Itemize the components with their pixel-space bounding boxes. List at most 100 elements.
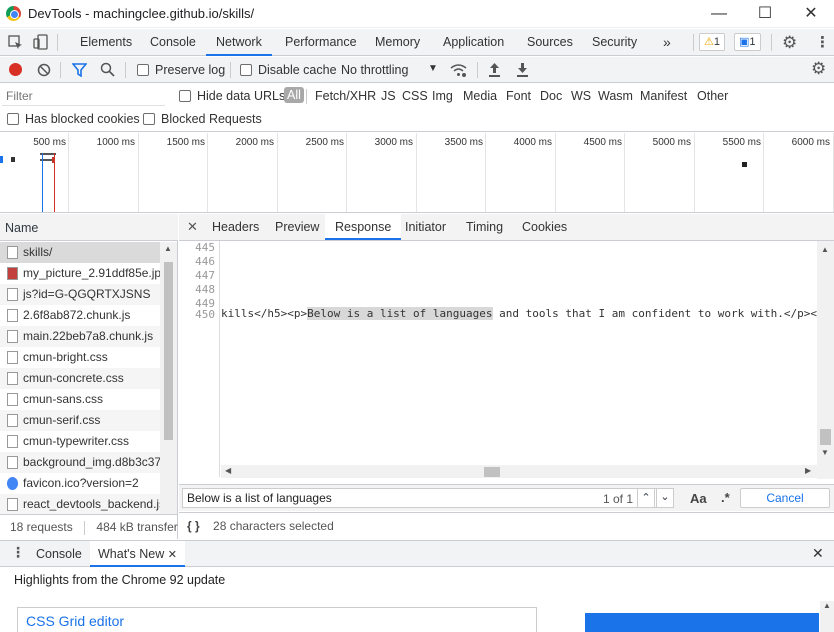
tab-cookies[interactable]: Cookies (522, 214, 567, 240)
tab-headers[interactable]: Headers (212, 214, 259, 240)
next-match-button[interactable]: ⌄ (656, 488, 674, 508)
search-icon[interactable] (100, 62, 115, 77)
hide-data-urls-label: Hide data URLs (197, 89, 286, 103)
request-row[interactable]: cmun-bright.css (0, 347, 160, 368)
request-row[interactable]: skills/ (0, 242, 160, 263)
tab-preview[interactable]: Preview (275, 214, 319, 240)
tab-timing[interactable]: Timing (466, 214, 503, 240)
close-drawer-icon[interactable]: ✕ (812, 545, 824, 562)
preserve-log-checkbox[interactable] (137, 64, 149, 76)
settings-gear-icon[interactable]: ⚙ (782, 33, 797, 53)
network-conditions-icon[interactable] (450, 63, 467, 77)
device-toolbar-icon[interactable] (33, 34, 49, 50)
has-blocked-cookies-checkbox[interactable] (7, 113, 19, 125)
scroll-down-icon[interactable]: ▼ (821, 448, 829, 457)
export-har-icon[interactable] (516, 62, 529, 77)
clear-icon[interactable] (37, 63, 51, 77)
type-filter-font[interactable]: Font (506, 89, 531, 103)
request-row[interactable]: react_devtools_backend.js (0, 494, 160, 515)
chevron-down-icon[interactable]: ▼ (428, 63, 438, 74)
drawer-tab-whats-new[interactable]: What's New ✕ (90, 541, 185, 567)
drawer-menu-icon[interactable]: ⋮ (11, 544, 25, 561)
transferred-size: 484 kB transferred (96, 520, 178, 534)
scrollbar-thumb[interactable] (164, 262, 173, 440)
previous-match-button[interactable]: ⌃ (637, 488, 655, 508)
warnings-badge[interactable]: ⚠1 (699, 33, 725, 51)
close-tab-icon[interactable]: ✕ (168, 549, 177, 561)
request-list-scrollbar[interactable]: ▲ (160, 242, 177, 514)
response-viewer[interactable]: 445 446 447 448 449 450 kills</h5><p>Bel… (179, 241, 834, 477)
tab-initiator[interactable]: Initiator (405, 214, 446, 240)
type-filter-wasm[interactable]: Wasm (598, 89, 633, 103)
type-filter-fetch-xhr[interactable]: Fetch/XHR (315, 89, 376, 103)
tab-elements[interactable]: Elements (80, 29, 132, 56)
type-filter-media[interactable]: Media (463, 89, 497, 103)
more-options-icon[interactable]: ⋮ (815, 33, 830, 51)
type-filter-doc[interactable]: Doc (540, 89, 562, 103)
timeline-bar (742, 162, 747, 167)
timeline-overview[interactable]: 500 ms 1000 ms 1500 ms 2000 ms 2500 ms 3… (0, 133, 834, 213)
tab-sources[interactable]: Sources (527, 29, 573, 56)
network-settings-gear-icon[interactable]: ⚙ (811, 59, 826, 79)
request-row[interactable]: cmun-sans.css (0, 389, 160, 410)
type-filter-all[interactable]: All (284, 87, 304, 103)
type-filter-img[interactable]: Img (432, 89, 453, 103)
tab-memory[interactable]: Memory (375, 29, 420, 56)
tab-console[interactable]: Console (150, 29, 196, 56)
feature-card-title[interactable]: CSS Grid editor (26, 613, 124, 629)
scrollbar-thumb[interactable] (484, 467, 500, 477)
maximize-button[interactable]: ☐ (742, 0, 788, 28)
throttling-select[interactable]: No throttling (341, 63, 408, 77)
drawer-scrollbar[interactable]: ▲ (820, 601, 834, 632)
more-tabs-button[interactable]: » (663, 29, 671, 56)
close-window-button[interactable]: ✕ (788, 0, 834, 28)
filter-input[interactable] (2, 87, 165, 106)
vertical-scrollbar[interactable]: ▲ ▼ (817, 241, 834, 479)
warning-icon: ⚠ (704, 36, 714, 48)
tab-security[interactable]: Security (592, 29, 637, 56)
record-icon[interactable] (9, 63, 22, 76)
scroll-up-icon[interactable]: ▲ (164, 244, 172, 253)
request-row[interactable]: my_picture_2.91ddf85e.jpg (0, 263, 160, 284)
type-filter-js[interactable]: JS (381, 89, 396, 103)
scroll-left-icon[interactable]: ◀ (225, 466, 231, 475)
tab-response[interactable]: Response (325, 214, 402, 240)
tab-performance[interactable]: Performance (285, 29, 357, 56)
type-filter-css[interactable]: CSS (402, 89, 428, 103)
type-filter-manifest[interactable]: Manifest (640, 89, 687, 103)
type-filter-ws[interactable]: WS (571, 89, 591, 103)
import-har-icon[interactable] (488, 62, 501, 77)
hide-data-urls-checkbox[interactable] (179, 90, 191, 102)
request-row[interactable]: cmun-typewriter.css (0, 431, 160, 452)
horizontal-scrollbar[interactable]: ◀ ▶ (221, 465, 817, 478)
cancel-search-button[interactable]: Cancel (740, 488, 830, 508)
drawer-tab-console[interactable]: Console (36, 541, 82, 567)
search-input[interactable] (182, 488, 664, 508)
blocked-requests-checkbox[interactable] (143, 113, 155, 125)
tab-application[interactable]: Application (443, 29, 504, 56)
tab-network[interactable]: Network (206, 29, 272, 56)
pretty-print-button[interactable]: { } (179, 519, 200, 533)
minimize-button[interactable]: — (696, 0, 742, 28)
close-detail-icon[interactable]: ✕ (187, 219, 198, 235)
regex-button[interactable]: .* (721, 490, 730, 505)
scroll-up-icon[interactable]: ▲ (823, 601, 831, 610)
request-row[interactable]: favicon.ico?version=2 (0, 473, 160, 494)
scrollbar-thumb[interactable] (820, 429, 831, 445)
match-case-button[interactable]: Aa (690, 491, 707, 506)
disable-cache-checkbox[interactable] (240, 64, 252, 76)
scroll-right-icon[interactable]: ▶ (805, 466, 811, 475)
feature-card[interactable]: CSS Grid editor (17, 607, 537, 632)
request-row[interactable]: 2.6f8ab872.chunk.js (0, 305, 160, 326)
scroll-up-icon[interactable]: ▲ (821, 245, 829, 254)
type-filter-other[interactable]: Other (697, 89, 728, 103)
messages-badge[interactable]: ▣1 (734, 33, 761, 51)
request-row[interactable]: cmun-serif.css (0, 410, 160, 431)
request-row[interactable]: main.22beb7a8.chunk.js (0, 326, 160, 347)
request-list-header[interactable]: Name (0, 214, 178, 241)
request-row[interactable]: cmun-concrete.css (0, 368, 160, 389)
request-row[interactable]: js?id=G-QGQRTXJSNS (0, 284, 160, 305)
inspect-element-icon[interactable] (8, 35, 23, 50)
filter-funnel-icon[interactable] (72, 63, 87, 77)
request-row[interactable]: background_img.d8b3c37 (0, 452, 160, 473)
